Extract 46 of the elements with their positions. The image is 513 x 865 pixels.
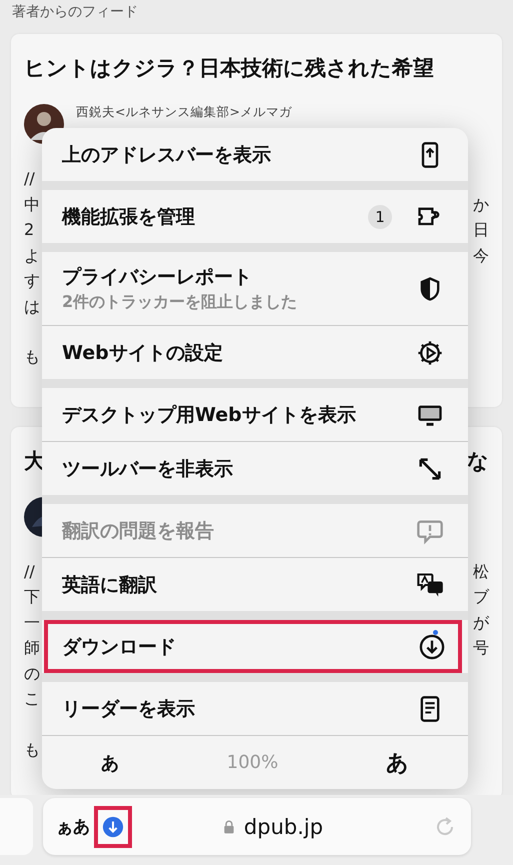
body-text: 松 xyxy=(473,560,489,582)
download-icon xyxy=(418,632,446,660)
menu-item[interactable]: ツールバーを非表示 xyxy=(42,442,468,495)
section-heading: 著者からのフィード xyxy=(11,3,139,22)
menu-item[interactable]: 上のアドレスバーを表示 xyxy=(42,128,468,181)
body-text: 号 xyxy=(473,637,489,659)
translate-icon xyxy=(416,570,444,598)
body-text: か xyxy=(473,194,489,216)
body-text: す xyxy=(24,270,40,292)
download-icon[interactable] xyxy=(102,816,124,838)
body-text: が xyxy=(473,612,489,634)
menu-item[interactable]: 英語に翻訳 xyxy=(42,558,468,611)
body-text: 中 xyxy=(24,194,40,216)
article-title[interactable]: ヒントはクジラ？日本技術に残された希望 xyxy=(24,54,434,90)
body-text: // xyxy=(24,560,35,582)
menu-item[interactable]: プライバシーレポート 2件のトラッカーを阻止しました xyxy=(42,252,468,325)
page-menu-button[interactable]: ぁあ xyxy=(56,815,90,838)
menu-item[interactable]: ダウンロード xyxy=(44,620,462,673)
body-text: 一 xyxy=(24,612,40,634)
count-badge: 1 xyxy=(368,204,392,228)
body-text: こ xyxy=(24,688,40,710)
body-text: 今 xyxy=(473,244,489,266)
lock-icon xyxy=(222,818,236,836)
menu-item[interactable]: リーダーを表示 xyxy=(42,682,468,735)
body-text: も xyxy=(24,346,40,368)
menu-item[interactable]: 機能拡張を管理 1 xyxy=(42,190,468,243)
body-text: 2 xyxy=(24,219,34,241)
author-name: 西鋭夫<ルネサンス編集部>メルマガ xyxy=(76,104,292,121)
body-text: // xyxy=(24,168,35,190)
menu-item[interactable]: Webサイトの設定 xyxy=(42,326,468,379)
body-text: 師 xyxy=(24,637,40,659)
body-text: の xyxy=(24,662,40,684)
body-text: ブ xyxy=(473,586,489,608)
gear-icon xyxy=(416,338,444,366)
menu-item[interactable]: デスクトップ用Webサイトを表示 xyxy=(42,388,468,441)
body-text: は xyxy=(24,296,40,318)
decrease-text-size-button[interactable]: あ xyxy=(90,746,129,778)
address-bar[interactable]: ぁあ dpub.jp xyxy=(43,798,471,855)
body-text: よ xyxy=(24,244,40,266)
url-text: dpub.jp xyxy=(244,814,324,838)
article-title[interactable]: な xyxy=(467,446,489,482)
body-text: 日 xyxy=(473,219,489,241)
body-text: も xyxy=(24,738,40,760)
zoom-level: 100% xyxy=(226,752,278,773)
increase-text-size-button[interactable]: あ xyxy=(376,744,420,782)
body-text: 下 xyxy=(24,586,40,608)
